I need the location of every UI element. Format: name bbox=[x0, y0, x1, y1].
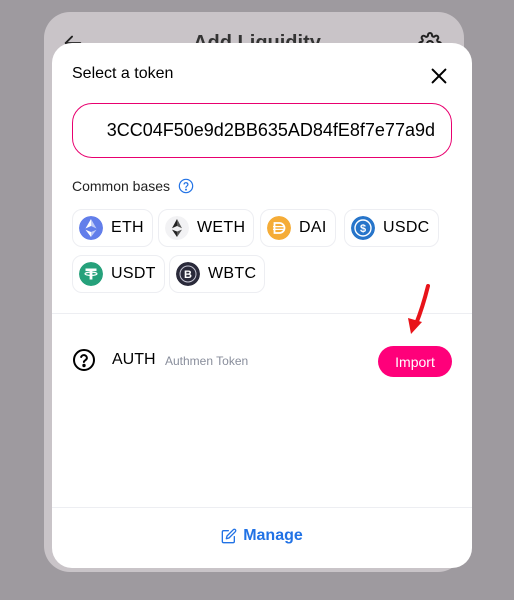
token-chip-dai[interactable]: DAI bbox=[260, 209, 336, 247]
dai-logo-icon bbox=[267, 216, 291, 240]
import-button[interactable]: Import bbox=[378, 346, 452, 377]
token-chip-usdt[interactable]: USDT bbox=[72, 255, 165, 293]
token-chip-label: ETH bbox=[111, 219, 144, 236]
token-chip-usdc[interactable]: $ USDC bbox=[344, 209, 439, 247]
token-chip-weth[interactable]: WETH bbox=[158, 209, 255, 247]
token-symbol: AUTH bbox=[112, 351, 156, 368]
token-name: Authmen Token bbox=[165, 354, 249, 368]
token-chip-label: WBTC bbox=[208, 265, 257, 282]
svg-text:B: B bbox=[184, 269, 192, 281]
token-chip-label: WETH bbox=[197, 219, 246, 236]
manage-button[interactable]: Manage bbox=[52, 527, 472, 545]
eth-logo-icon bbox=[79, 216, 103, 240]
token-chip-wbtc[interactable]: B WBTC bbox=[169, 255, 266, 293]
usdc-logo-icon: $ bbox=[351, 216, 375, 240]
modal-title: Select a token bbox=[72, 65, 174, 82]
common-bases-label: Common bases bbox=[72, 178, 171, 194]
token-chip-label: USDC bbox=[383, 219, 430, 236]
annotation-arrow-icon bbox=[408, 284, 430, 334]
svg-text:$: $ bbox=[360, 223, 366, 235]
edit-icon bbox=[221, 528, 237, 544]
usdt-logo-icon bbox=[79, 262, 103, 286]
footer-divider bbox=[52, 507, 472, 508]
wbtc-logo-icon: B bbox=[176, 262, 200, 286]
unknown-token-icon bbox=[73, 349, 95, 371]
weth-logo-icon bbox=[165, 216, 189, 240]
close-icon[interactable] bbox=[428, 65, 450, 87]
common-bases-header: Common bases bbox=[72, 178, 194, 194]
token-chip-eth[interactable]: ETH bbox=[72, 209, 153, 247]
token-chip-label: USDT bbox=[111, 265, 156, 282]
token-search-input[interactable] bbox=[73, 120, 435, 141]
token-search-field[interactable] bbox=[72, 103, 452, 158]
token-chip-label: DAI bbox=[299, 219, 327, 236]
manage-label: Manage bbox=[243, 527, 303, 544]
question-circle-icon[interactable] bbox=[178, 178, 194, 194]
token-result-row[interactable]: AUTH Authmen Token Import bbox=[72, 343, 452, 383]
